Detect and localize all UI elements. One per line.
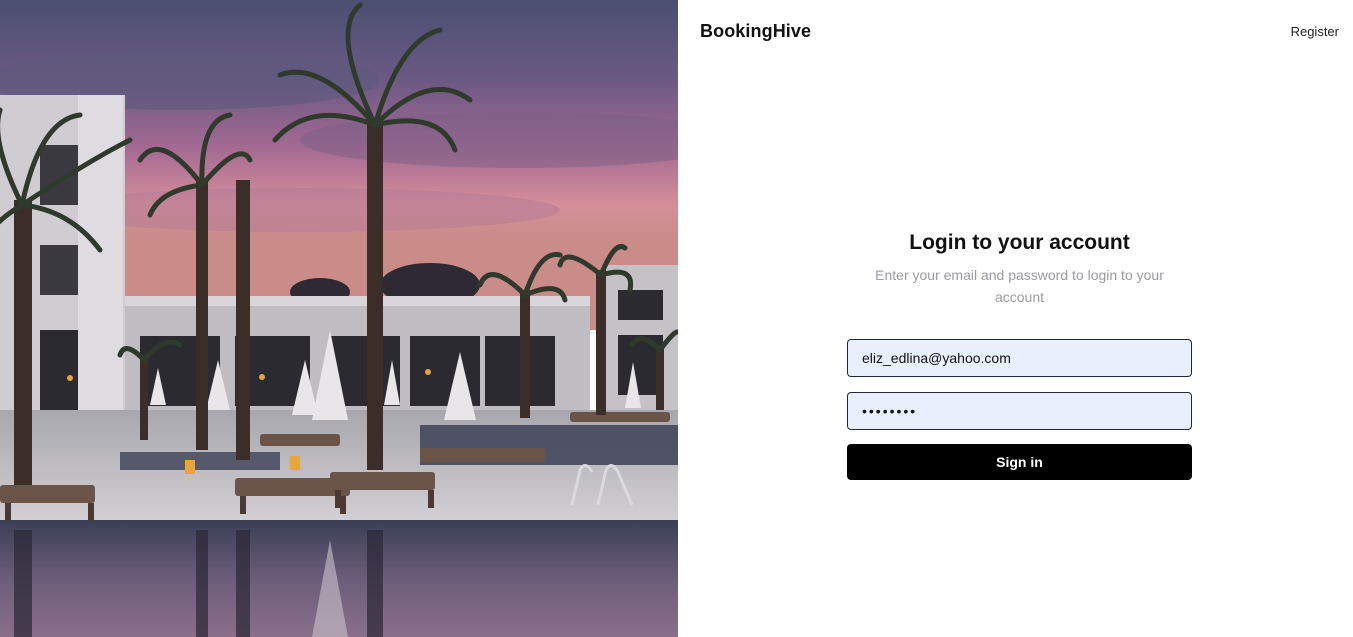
login-pane: BookingHive Register Login to your accou… xyxy=(678,0,1353,637)
email-input[interactable] xyxy=(847,339,1192,377)
sign-in-button[interactable]: Sign in xyxy=(847,444,1192,480)
brand-logo[interactable]: BookingHive xyxy=(700,21,811,42)
password-input[interactable] xyxy=(847,392,1192,430)
login-subtitle: Enter your email and password to login t… xyxy=(875,267,1164,305)
login-page: BookingHive Register Login to your accou… xyxy=(0,0,1353,637)
login-form: Login to your account Enter your email a… xyxy=(847,228,1192,480)
hero-image xyxy=(0,0,678,637)
resort-illustration xyxy=(0,0,678,637)
register-link[interactable]: Register xyxy=(1291,24,1339,39)
login-title: Login to your account xyxy=(909,231,1130,254)
